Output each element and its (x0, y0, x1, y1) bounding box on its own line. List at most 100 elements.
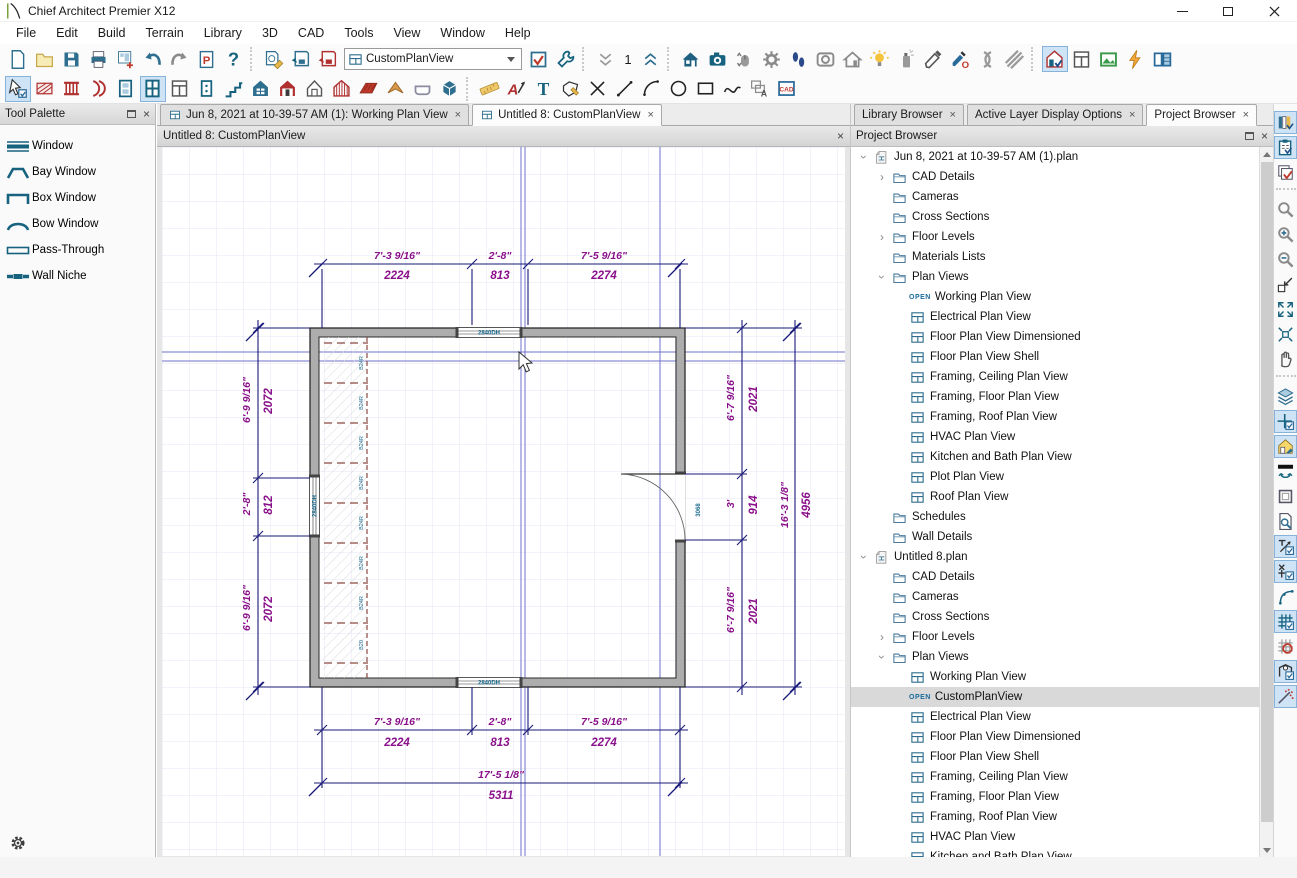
tree-item[interactable]: Floor Plan View Dimensioned (851, 327, 1260, 347)
close-tab-icon[interactable] (950, 109, 956, 121)
window-top[interactable]: 2840DH (456, 327, 523, 338)
auto-dimension-house-icon[interactable] (1274, 435, 1297, 458)
up-one-floor-icon[interactable] (638, 46, 664, 72)
saved-plan-view-dropdown[interactable]: CustomPlanView (344, 48, 522, 70)
chevron-right-icon[interactable] (875, 170, 889, 184)
tool-palette-item[interactable]: Pass-Through (0, 237, 155, 263)
menu-item[interactable]: Terrain (136, 23, 194, 43)
menu-item[interactable]: Tools (334, 23, 383, 43)
close-panel-icon[interactable] (1261, 131, 1268, 141)
save-plan-view-as-icon[interactable] (315, 46, 341, 72)
object-snaps-icon[interactable] (1274, 660, 1297, 683)
library-books-check-icon[interactable] (1274, 111, 1297, 134)
tree-item[interactable]: Cross Sections (851, 607, 1260, 627)
backdrop-icon[interactable] (1096, 46, 1122, 72)
snap-points-icon[interactable] (1274, 685, 1297, 708)
camera-lens-icon[interactable] (813, 46, 839, 72)
layer-display-check-icon[interactable] (1274, 161, 1297, 184)
side-windows-icon[interactable] (1150, 46, 1176, 72)
curved-wall-icon[interactable] (86, 76, 112, 102)
window-bottom[interactable]: 2840DH (456, 677, 523, 688)
exterior-view-icon[interactable] (678, 46, 704, 72)
undo-zoom-icon[interactable] (1274, 273, 1297, 296)
tree-item[interactable]: Framing, Roof Plan View (851, 807, 1260, 827)
plan-preview-icon[interactable] (1274, 510, 1297, 533)
tree-item[interactable]: Plot Plan View (851, 467, 1260, 487)
tree-item[interactable]: CAD Details (851, 167, 1260, 187)
chevron-right-icon[interactable] (875, 230, 889, 244)
cabinet-tools-icon[interactable] (167, 76, 193, 102)
chevron-down-icon[interactable] (875, 270, 889, 284)
tree-item[interactable]: Plan Views (851, 647, 1260, 667)
zoom-in-icon[interactable] (1274, 223, 1297, 246)
menu-item[interactable]: Build (88, 23, 136, 43)
scrollbar-thumb[interactable] (1261, 162, 1273, 822)
maximize-button[interactable] (1205, 0, 1251, 22)
tree-item[interactable]: Schedules (851, 507, 1260, 527)
text-icon[interactable] (531, 76, 557, 102)
rectangle-select-icon[interactable] (1274, 485, 1297, 508)
roof-build-icon[interactable] (383, 76, 409, 102)
tree-item[interactable]: Cameras (851, 587, 1260, 607)
tree-item[interactable]: Floor Levels (851, 627, 1260, 647)
tree-item[interactable]: Floor Plan View Shell (851, 347, 1260, 367)
open-plan-icon[interactable] (32, 46, 58, 72)
draw-line-icon[interactable] (612, 76, 638, 102)
print-preview-icon[interactable] (194, 46, 220, 72)
settings-gear-button[interactable] (8, 834, 27, 853)
tree-item[interactable]: Working Plan View (851, 667, 1260, 687)
electrical-outlet-icon[interactable] (194, 76, 220, 102)
tree-item[interactable]: Plan Views (851, 267, 1260, 287)
exterior-door-icon[interactable] (275, 76, 301, 102)
draw-box-icon[interactable] (693, 76, 719, 102)
fill-window-icon[interactable] (1274, 298, 1297, 321)
close-tab-icon[interactable] (455, 109, 461, 121)
3d-box-icon[interactable] (437, 76, 463, 102)
float-panel-icon[interactable] (127, 110, 136, 118)
tool-palette-item[interactable]: Window (0, 133, 155, 159)
chevron-down-icon[interactable] (857, 150, 871, 164)
chevron-down-icon[interactable] (857, 550, 871, 564)
tree-item[interactable]: Kitchen and Bath Plan View (851, 847, 1260, 857)
adjust-lights-icon[interactable] (867, 46, 893, 72)
clipboard-check-icon[interactable] (1274, 136, 1297, 159)
print-layout-icon[interactable] (113, 46, 139, 72)
wall-tools-icon[interactable] (32, 76, 58, 102)
tree-item[interactable]: Floor Levels (851, 227, 1260, 247)
tree-item[interactable]: OPEN CustomPlanView (851, 687, 1260, 707)
tree-item[interactable]: Roof Plan View (851, 487, 1260, 507)
tree-item[interactable]: Cross Sections (851, 207, 1260, 227)
stairs-icon[interactable] (221, 76, 247, 102)
update-plan-view-checkbox-icon[interactable] (526, 46, 552, 72)
eyedropper-icon[interactable] (921, 46, 947, 72)
current-cad-point-icon[interactable] (1274, 410, 1297, 433)
zoom-out-icon[interactable] (1274, 248, 1297, 271)
adjust-material-icon[interactable] (948, 46, 974, 72)
chevron-right-icon[interactable] (875, 630, 889, 644)
spray-material-icon[interactable] (894, 46, 920, 72)
hatch-icon[interactable] (1002, 46, 1028, 72)
close-button[interactable] (1251, 0, 1297, 22)
edit-saved-plan-view-icon[interactable] (261, 46, 287, 72)
minimize-button[interactable] (1159, 0, 1205, 22)
cad-detail-icon[interactable] (774, 76, 800, 102)
full-camera-icon[interactable] (705, 46, 731, 72)
draw-circle-icon[interactable] (666, 76, 692, 102)
dollhouse-view-icon[interactable] (840, 46, 866, 72)
save-icon[interactable] (59, 46, 85, 72)
tree-item[interactable]: Kitchen and Bath Plan View (851, 447, 1260, 467)
roof-plane-icon[interactable] (356, 76, 382, 102)
float-panel-icon[interactable] (1245, 132, 1254, 140)
close-tab-icon[interactable] (1129, 109, 1135, 121)
door-tools-icon[interactable] (113, 76, 139, 102)
undo-icon[interactable] (140, 46, 166, 72)
document-tab[interactable]: Jun 8, 2021 at 10-39-57 AM (1): Working … (160, 104, 469, 125)
side-panel-tab[interactable]: Library Browser (854, 104, 964, 125)
wall-elevation-icon[interactable] (1069, 46, 1095, 72)
tree-item[interactable]: HVAC Plan View (851, 427, 1260, 447)
menu-item[interactable]: CAD (288, 23, 334, 43)
tree-item[interactable]: HVAC Plan View (851, 827, 1260, 847)
tool-palette-item[interactable]: Box Window (0, 185, 155, 211)
temporary-dimensions-icon[interactable] (1274, 535, 1297, 558)
soffit-icon[interactable] (410, 76, 436, 102)
